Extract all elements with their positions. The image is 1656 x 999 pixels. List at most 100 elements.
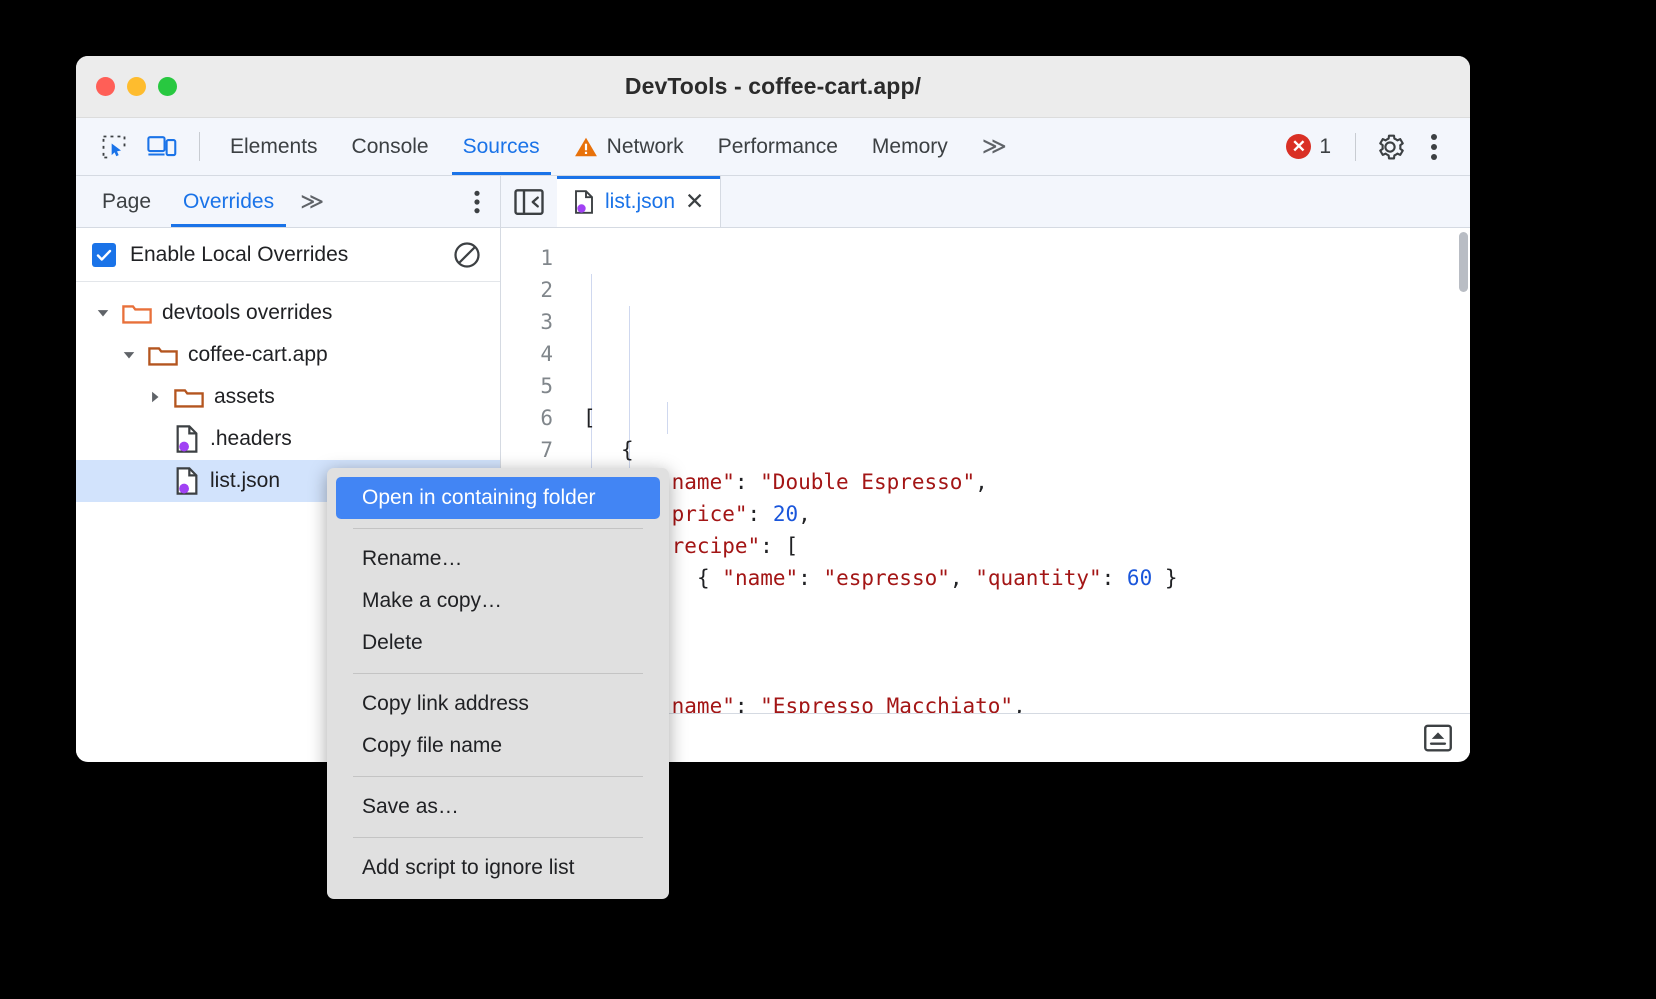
tree-item-label: .headers bbox=[210, 427, 292, 451]
code-token: : bbox=[748, 502, 773, 526]
code-line[interactable]: }, bbox=[563, 626, 1470, 658]
tab-memory[interactable]: Memory bbox=[855, 118, 965, 175]
code-content[interactable]: [ { "name": "Double Espresso","price": 20,… bbox=[563, 228, 1470, 713]
tab-performance[interactable]: Performance bbox=[701, 118, 855, 175]
toolbar-right-group: ✕ 1 bbox=[1274, 118, 1470, 175]
code-token: } bbox=[1152, 566, 1177, 590]
clear-configuration-icon[interactable] bbox=[450, 238, 484, 272]
show-navigator-icon[interactable] bbox=[501, 176, 557, 227]
tab-elements-label: Elements bbox=[230, 135, 318, 159]
context-menu-separator bbox=[353, 528, 643, 529]
code-line[interactable]: "price": 20, bbox=[563, 498, 1470, 530]
code-token: , bbox=[798, 502, 811, 526]
code-token: "recipe" bbox=[659, 534, 760, 558]
code-line[interactable]: { bbox=[563, 658, 1470, 690]
close-icon[interactable]: ✕ bbox=[685, 190, 704, 213]
code-token: , bbox=[1013, 694, 1026, 713]
code-token: "name" bbox=[722, 566, 798, 590]
line-number: 5 bbox=[501, 370, 553, 402]
context-menu-item-rename[interactable]: Rename… bbox=[336, 538, 660, 580]
navigator-tab-overrides-label: Overrides bbox=[183, 190, 274, 214]
context-menu-item-delete[interactable]: Delete bbox=[336, 622, 660, 664]
tab-console-label: Console bbox=[352, 135, 429, 159]
twisty-down-icon[interactable] bbox=[92, 306, 114, 320]
tab-memory-label: Memory bbox=[872, 135, 948, 159]
code-token: : [ bbox=[760, 534, 798, 558]
file-override-icon bbox=[174, 425, 200, 453]
chevron-double-right-icon: ≫ bbox=[300, 188, 324, 215]
context-menu-item-add-script-to-ignore-list[interactable]: Add script to ignore list bbox=[336, 847, 660, 889]
error-count-label: 1 bbox=[1319, 135, 1331, 159]
navigator-tab-page[interactable]: Page bbox=[86, 176, 167, 227]
editor-tab-filename: list.json bbox=[605, 190, 675, 214]
code-token: { bbox=[621, 438, 634, 462]
tree-item-devtools-overrides[interactable]: devtools overrides bbox=[76, 292, 500, 334]
code-token: "name" bbox=[659, 694, 735, 713]
context-menu-item-open-in-containing-folder[interactable]: Open in containing folder bbox=[336, 477, 660, 519]
twisty-down-icon[interactable] bbox=[118, 348, 140, 362]
tree-item-label: coffee-cart.app bbox=[188, 343, 328, 367]
editor-tabbar: list.json ✕ bbox=[501, 176, 1470, 228]
tab-network[interactable]: Network bbox=[557, 118, 701, 175]
tree-item-coffee-cart-app[interactable]: coffee-cart.app bbox=[76, 334, 500, 376]
inspect-element-icon[interactable] bbox=[90, 118, 138, 175]
context-menu-separator bbox=[353, 837, 643, 838]
tab-performance-label: Performance bbox=[718, 135, 838, 159]
context-menu-item-save-as[interactable]: Save as… bbox=[336, 786, 660, 828]
context-menu-item-make-a-copy[interactable]: Make a copy… bbox=[336, 580, 660, 622]
devtools-window: DevTools - coffee-cart.app/ Elements Con… bbox=[76, 56, 1470, 762]
folder-icon bbox=[174, 385, 204, 409]
context-menu-item-copy-file-name[interactable]: Copy file name bbox=[336, 725, 660, 767]
kebab-menu-icon[interactable] bbox=[1412, 125, 1456, 169]
line-number: 3 bbox=[501, 306, 553, 338]
navigator-kebab-menu-icon[interactable] bbox=[454, 176, 500, 227]
navigator-tab-overrides[interactable]: Overrides bbox=[167, 176, 290, 227]
file-override-icon bbox=[573, 190, 595, 214]
toolbar-divider-right bbox=[1355, 133, 1356, 161]
editor-tab-list-json[interactable]: list.json ✕ bbox=[557, 176, 721, 227]
tree-item-label: devtools overrides bbox=[162, 301, 332, 325]
code-line[interactable]: { bbox=[563, 434, 1470, 466]
tree-item-label: assets bbox=[214, 385, 275, 409]
line-number: 2 bbox=[501, 274, 553, 306]
gear-icon[interactable] bbox=[1368, 125, 1412, 169]
tab-sources[interactable]: Sources bbox=[446, 118, 557, 175]
tab-console[interactable]: Console bbox=[335, 118, 446, 175]
code-line[interactable]: "name": "Double Espresso", bbox=[563, 466, 1470, 498]
file-context-menu[interactable]: Open in containing folder Rename…Make a c… bbox=[327, 468, 669, 899]
code-line[interactable]: ] bbox=[563, 594, 1470, 626]
window-title: DevTools - coffee-cart.app/ bbox=[76, 73, 1470, 100]
enable-local-overrides-checkbox[interactable] bbox=[92, 243, 116, 267]
code-token: : bbox=[735, 470, 760, 494]
folder-icon bbox=[122, 301, 152, 325]
code-token: { bbox=[697, 566, 722, 590]
navigator-more-tabs-button[interactable]: ≫ bbox=[290, 176, 334, 227]
error-count-badge[interactable]: ✕ 1 bbox=[1274, 134, 1343, 159]
context-menu-item-copy-link-address[interactable]: Copy link address bbox=[336, 683, 660, 725]
warning-triangle-icon bbox=[574, 136, 598, 158]
editor-scrollbar[interactable] bbox=[1459, 232, 1468, 292]
code-line[interactable]: [ bbox=[563, 402, 1470, 434]
navigator-tabbar: Page Overrides ≫ bbox=[76, 176, 500, 228]
devtools-toolbar: Elements Console Sources Network Perform… bbox=[76, 118, 1470, 176]
code-token: "price" bbox=[659, 502, 748, 526]
tree-item-headers-file[interactable]: .headers bbox=[76, 418, 500, 460]
context-menu-separator bbox=[353, 776, 643, 777]
file-override-icon bbox=[174, 467, 200, 495]
enable-local-overrides-row: Enable Local Overrides bbox=[76, 228, 500, 282]
code-line[interactable]: { "name": "espresso", "quantity": 60 } bbox=[563, 562, 1470, 594]
toolbar-divider bbox=[199, 132, 200, 161]
code-token: "quantity" bbox=[975, 566, 1101, 590]
device-toolbar-icon[interactable] bbox=[138, 118, 186, 175]
line-number: 7 bbox=[501, 434, 553, 466]
tree-item-label: list.json bbox=[210, 469, 280, 493]
more-tabs-button[interactable]: ≫ bbox=[965, 118, 1024, 175]
twisty-right-icon[interactable] bbox=[144, 390, 166, 404]
pretty-print-icon[interactable] bbox=[1420, 720, 1456, 756]
code-line[interactable]: "name": "Espresso Macchiato", bbox=[563, 690, 1470, 713]
tree-item-assets[interactable]: assets bbox=[76, 376, 500, 418]
tab-elements[interactable]: Elements bbox=[213, 118, 335, 175]
navigator-tab-page-label: Page bbox=[102, 190, 151, 214]
code-token: [ bbox=[583, 406, 596, 430]
code-line[interactable]: "recipe": [ bbox=[563, 530, 1470, 562]
